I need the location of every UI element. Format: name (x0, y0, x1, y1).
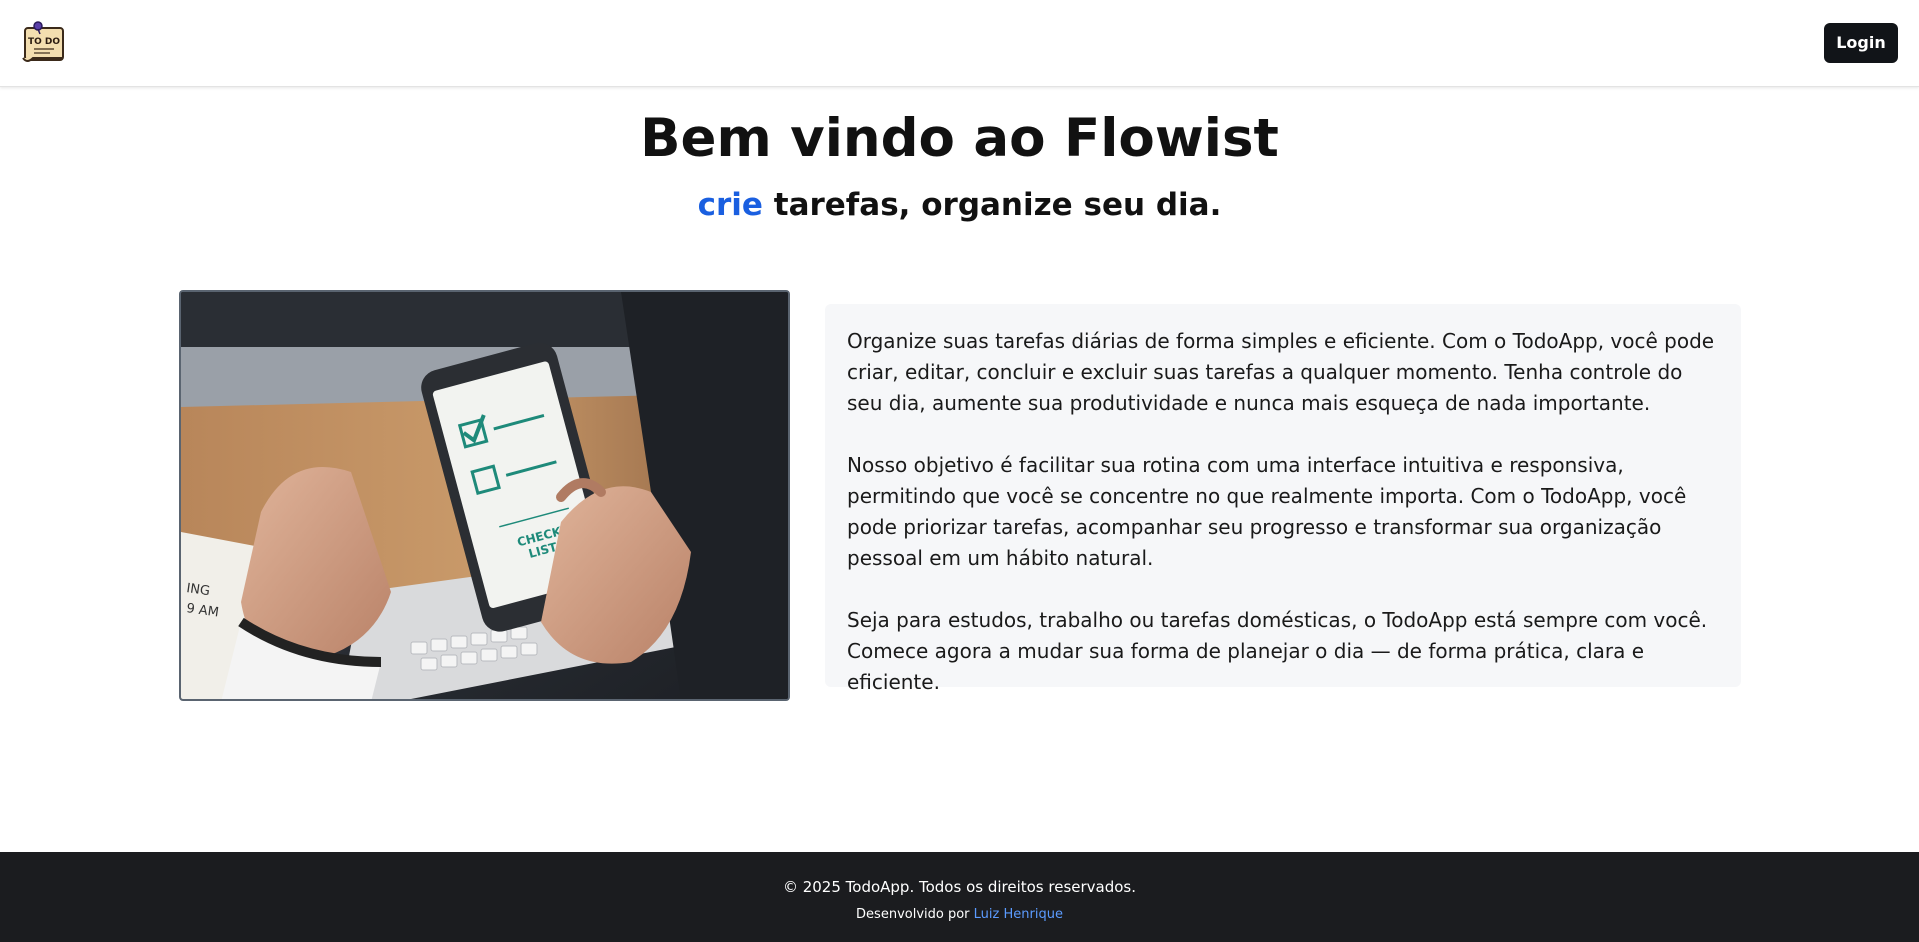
hero-photo: ING 9 AM CHECK LIST (179, 290, 790, 701)
todo-scroll-icon: TO DO (22, 21, 64, 62)
footer: © 2025 TodoApp. Todos os direitos reserv… (0, 852, 1919, 942)
page-subtitle: crie tarefas, organize seu dia. (0, 184, 1919, 226)
description-paragraph-1: Organize suas tarefas diárias de forma s… (847, 329, 1715, 415)
page-title: Bem vindo ao Flowist (640, 108, 1279, 169)
todo-logo[interactable]: TO DO (20, 20, 68, 66)
author-link[interactable]: Luiz Henrique (974, 907, 1063, 922)
footer-copyright: © 2025 TodoApp. Todos os direitos reserv… (782, 878, 1137, 896)
login-button[interactable]: Login (1824, 23, 1898, 63)
description-paragraph-2: Nosso objetivo é facilitar sua rotina co… (847, 453, 1687, 570)
footer-credit: Desenvolvido por Luiz Henrique (0, 905, 1919, 925)
checklist-phone-photo: ING 9 AM CHECK LIST (181, 292, 788, 699)
description-paragraph-3: Seja para estudos, trabalho ou tarefas d… (847, 608, 1708, 694)
logo-text: TO DO (28, 37, 60, 47)
subtitle-rest: tarefas, organize seu dia. (762, 187, 1222, 223)
description-card: Organize suas tarefas diárias de forma s… (825, 304, 1741, 694)
navbar: TO DO Login (0, 0, 1919, 87)
subtitle-accent-word: crie (697, 187, 763, 223)
footer-credit-prefix: Desenvolvido por (856, 907, 974, 922)
